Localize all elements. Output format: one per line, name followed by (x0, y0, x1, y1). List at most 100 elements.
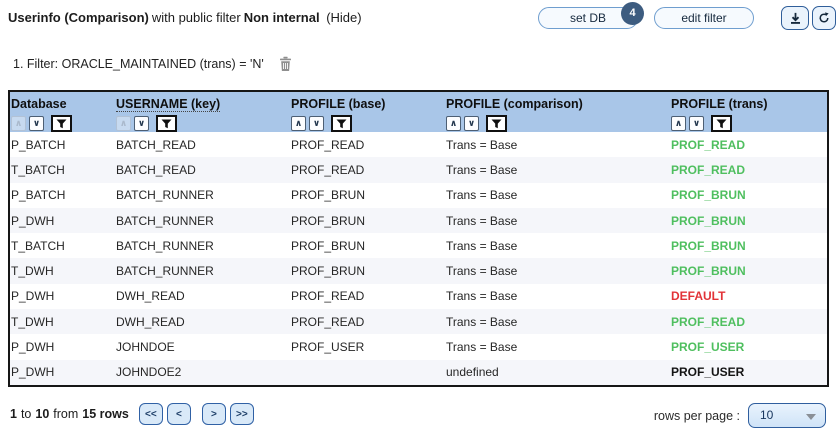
refresh-button[interactable] (812, 6, 836, 30)
column-label: USERNAME (key) (116, 97, 221, 112)
cell-profile-trans: PROF_USER (671, 365, 745, 380)
column-header-profile-base: PROFILE (base) ∧ ∨ (290, 92, 445, 132)
cell-database: P_DWH (11, 365, 55, 380)
chevron-down-icon (806, 414, 816, 420)
last-page-button[interactable]: >> (229, 403, 254, 425)
cell-profile-base: PROF_READ (291, 162, 365, 177)
filter-funnel-icon (336, 119, 347, 128)
table-row[interactable]: P_DWH JOHNDOE2 undefined PROF_USER (10, 359, 827, 385)
table-row[interactable]: T_DWH BATCH_RUNNER PROF_BRUN Trans = Bas… (10, 258, 827, 284)
sort-desc-button[interactable]: ∨ (464, 116, 479, 131)
cell-profile-comparison: Trans = Base (446, 162, 518, 177)
cell-username: JOHNDOE2 (116, 365, 182, 380)
prev-page-button[interactable]: < (166, 403, 191, 425)
filter-button[interactable] (486, 115, 507, 132)
table-row[interactable]: P_BATCH BATCH_READ PROF_READ Trans = Bas… (10, 132, 827, 158)
column-header-database: Database ∧ ∨ (10, 92, 115, 132)
cell-profile-base: PROF_BRUN (291, 264, 366, 279)
cell-profile-comparison: Trans = Base (446, 213, 518, 228)
cell-database: P_DWH (11, 213, 55, 228)
cell-database: T_BATCH (11, 162, 65, 177)
table-row[interactable]: P_DWH JOHNDOE PROF_USER Trans = Base PRO… (10, 334, 827, 360)
column-header-username: USERNAME (key) ∧ ∨ (115, 92, 290, 132)
table-body: P_BATCH BATCH_READ PROF_READ Trans = Bas… (10, 132, 827, 385)
sort-asc-button[interactable]: ∧ (291, 116, 306, 131)
cell-profile-comparison: undefined (446, 365, 499, 380)
filter-button[interactable] (331, 115, 352, 132)
rows-per-page-select[interactable]: 10 (748, 403, 826, 428)
refresh-icon (819, 12, 829, 23)
column-header-profile-comparison: PROFILE (comparison) ∧ ∨ (445, 92, 670, 132)
cell-database: T_DWH (11, 314, 54, 329)
column-header-profile-trans: PROFILE (trans) ∧ ∨ (670, 92, 827, 132)
set-db-count-badge: 4 (621, 2, 644, 25)
cell-profile-trans: PROF_BRUN (671, 213, 746, 228)
cell-database: P_BATCH (11, 137, 66, 152)
table-row[interactable]: P_DWH DWH_READ PROF_READ Trans = Base DE… (10, 283, 827, 310)
filter-button[interactable] (156, 115, 177, 132)
cell-username: BATCH_READ (116, 137, 196, 152)
column-label: PROFILE (comparison) (446, 97, 583, 111)
table-header-row: Database ∧ ∨ USERNAME (key) ∧ ∨ PROFILE … (10, 92, 827, 132)
cell-profile-trans: PROF_USER (671, 340, 745, 355)
range-end: 10 (35, 407, 50, 421)
set-db-button[interactable]: set DB 4 (538, 2, 644, 29)
cell-profile-base: PROF_READ (291, 137, 365, 152)
cell-profile-comparison: Trans = Base (446, 238, 518, 253)
sort-desc-button[interactable]: ∨ (134, 116, 149, 131)
filter-button[interactable] (711, 115, 732, 132)
sort-asc-button[interactable]: ∧ (116, 116, 131, 131)
filter-funnel-icon (491, 119, 502, 128)
cell-profile-base: PROF_BRUN (291, 238, 366, 253)
table-row[interactable]: T_BATCH BATCH_READ PROF_READ Trans = Bas… (10, 157, 827, 183)
cell-profile-comparison: Trans = Base (446, 137, 518, 152)
title-mid: with public filter (151, 10, 241, 25)
cell-profile-trans: PROF_BRUN (671, 264, 746, 279)
table-row[interactable]: T_DWH DWH_READ PROF_READ Trans = Base PR… (10, 309, 827, 335)
table-row[interactable]: P_DWH BATCH_RUNNER PROF_BRUN Trans = Bas… (10, 207, 827, 234)
userinfo-comparison-page: Userinfo (Comparison) with public filter N… (0, 0, 837, 438)
first-page-button[interactable]: << (138, 403, 163, 425)
sort-desc-button[interactable]: ∨ (29, 116, 44, 131)
cell-username: BATCH_RUNNER (116, 188, 214, 203)
sort-desc-button[interactable]: ∨ (689, 116, 704, 131)
download-button[interactable] (781, 6, 809, 30)
table-row[interactable]: P_BATCH BATCH_RUNNER PROF_BRUN Trans = B… (10, 182, 827, 208)
from-label: from (53, 407, 79, 421)
rows-per-page-control: rows per page : 10 (654, 403, 826, 428)
download-icon (790, 12, 800, 24)
title-main: Userinfo (Comparison) (8, 10, 149, 25)
cell-profile-base: PROF_BRUN (291, 213, 366, 228)
edit-filter-button[interactable]: edit filter (654, 7, 754, 29)
filter-button[interactable] (51, 115, 72, 132)
cell-username: BATCH_RUNNER (116, 264, 214, 279)
filter-funnel-icon (716, 119, 727, 128)
cell-database: T_DWH (11, 264, 54, 279)
cell-database: P_DWH (11, 340, 55, 355)
total-rows: 15 rows (82, 407, 129, 421)
sort-asc-button[interactable]: ∧ (671, 116, 686, 131)
cell-profile-trans: PROF_READ (671, 162, 746, 177)
edit-filter-label: edit filter (681, 11, 727, 25)
table-row[interactable]: T_BATCH BATCH_RUNNER PROF_BRUN Trans = B… (10, 233, 827, 259)
next-page-button[interactable]: > (201, 403, 226, 425)
sort-asc-button[interactable]: ∧ (11, 116, 26, 131)
sort-desc-button[interactable]: ∨ (309, 116, 324, 131)
rows-per-page-value: 10 (760, 408, 774, 422)
cell-profile-trans: PROF_READ (671, 314, 746, 329)
cell-profile-comparison: Trans = Base (446, 188, 518, 203)
cell-profile-trans: PROF_READ (671, 137, 746, 152)
applied-filter-row: 1. Filter: ORACLE_MAINTAINED (trans) = '… (13, 56, 293, 72)
cell-profile-base: PROF_USER (291, 340, 365, 355)
hide-link[interactable]: (Hide) (326, 10, 361, 25)
filter-description: 1. Filter: ORACLE_MAINTAINED (trans) = '… (13, 57, 264, 71)
filter-funnel-icon (56, 119, 67, 128)
cell-database: T_BATCH (11, 238, 65, 253)
column-label: PROFILE (base) (291, 97, 386, 111)
pagination-info: 1 to 10 from 15 rows << < > >> (10, 403, 258, 425)
delete-filter-button[interactable] (278, 56, 293, 72)
sort-asc-button[interactable]: ∧ (446, 116, 461, 131)
cell-username: JOHNDOE (116, 340, 175, 355)
column-label: Database (11, 97, 67, 111)
comparison-table: Database ∧ ∨ USERNAME (key) ∧ ∨ PROFILE … (8, 90, 829, 387)
